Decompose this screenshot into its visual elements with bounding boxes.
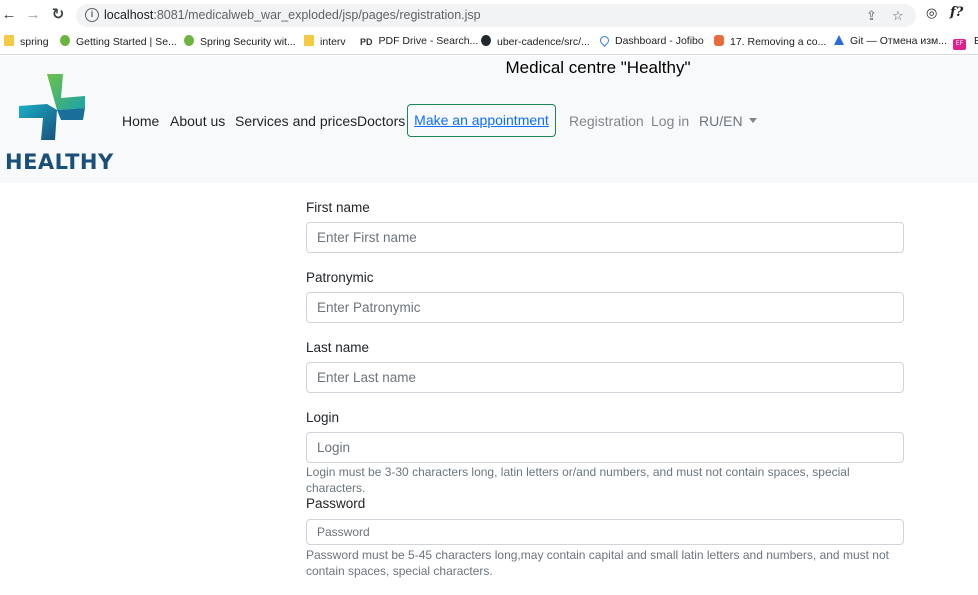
atlassian-icon — [834, 35, 844, 45]
formula-extension-icon[interactable]: f? — [950, 5, 963, 20]
pdf-icon: PD — [360, 37, 373, 47]
logo-text: HEALTHY — [5, 150, 114, 174]
address-bar[interactable]: i localhost:8081/medicalweb_war_exploded… — [76, 4, 916, 27]
login-input[interactable] — [306, 432, 904, 463]
nav-home[interactable]: Home — [122, 113, 159, 129]
bookmark-spring-security[interactable]: Spring Security wit... — [184, 35, 296, 48]
bookmark-removing[interactable]: 17. Removing a co... — [714, 35, 826, 48]
site-info-icon[interactable]: i — [85, 8, 99, 22]
spring-leaf-icon — [60, 35, 70, 46]
make-appointment-button[interactable]: Make an appointment — [407, 104, 556, 137]
last-name-label: Last name — [306, 340, 370, 355]
bookmark-ef[interactable]: EFEF — [953, 35, 978, 50]
bookmark-getting-started[interactable]: Getting Started | Se... — [60, 35, 177, 48]
drop-icon — [598, 34, 611, 47]
nav-registration[interactable]: Registration — [569, 113, 644, 129]
bookmarks-bar: spring Getting Started | Se... Spring Se… — [0, 31, 978, 55]
folder-icon — [4, 35, 14, 46]
bookmark-dashboard[interactable]: Dashboard - Jofibo — [598, 34, 704, 47]
caret-down-icon — [748, 118, 757, 123]
share-icon[interactable]: ⇪ — [866, 8, 877, 24]
ef-icon: EF — [953, 39, 966, 50]
star-bookmark-icon[interactable]: ☆ — [892, 8, 904, 24]
first-name-input[interactable] — [306, 222, 904, 253]
hand-icon — [714, 35, 724, 46]
folder-icon — [304, 35, 314, 46]
medical-cross-icon — [19, 74, 85, 140]
site-logo[interactable]: HEALTHY — [3, 68, 113, 178]
forward-arrow-icon[interactable]: → — [24, 6, 42, 24]
page-title: Medical centre "Healthy" — [505, 58, 691, 77]
nav-login[interactable]: Log in — [651, 113, 689, 129]
patronymic-label: Patronymic — [306, 270, 374, 285]
last-name-input[interactable] — [306, 362, 904, 393]
bookmark-spring[interactable]: spring — [4, 35, 49, 48]
password-help-text: Password must be 5-45 characters long,ma… — [306, 548, 889, 578]
password-label: Password — [306, 496, 366, 511]
nav-about[interactable]: About us — [170, 113, 225, 129]
nav-doctors[interactable]: Doctors — [357, 113, 405, 129]
login-help-text: Login must be 3-30 characters long, lati… — [306, 465, 850, 495]
back-arrow-icon[interactable]: ← — [0, 6, 18, 24]
language-dropdown[interactable]: RU/EN — [699, 113, 757, 129]
spring-leaf-icon — [184, 35, 194, 46]
extension-icon[interactable]: ◎ — [926, 5, 937, 21]
bookmark-git[interactable]: Git — Отмена изм... — [834, 35, 947, 47]
url-text: localhost:8081/medicalweb_war_exploded/j… — [104, 8, 481, 22]
bookmark-uber-cadence[interactable]: uber-cadence/src/... — [481, 35, 590, 48]
first-name-label: First name — [306, 200, 370, 215]
github-icon — [481, 35, 491, 46]
bookmark-pdf-drive[interactable]: PD PDF Drive - Search... — [360, 35, 478, 48]
reload-icon[interactable]: ↻ — [49, 6, 67, 24]
login-label: Login — [306, 410, 340, 425]
browser-toolbar: ← → ↻ i localhost:8081/medicalweb_war_ex… — [0, 0, 978, 31]
language-label: RU/EN — [699, 113, 743, 129]
nav-services[interactable]: Services and prices — [235, 113, 357, 129]
patronymic-input[interactable] — [306, 292, 904, 323]
password-input[interactable] — [306, 519, 904, 545]
bookmark-interv[interactable]: interv — [304, 35, 346, 48]
